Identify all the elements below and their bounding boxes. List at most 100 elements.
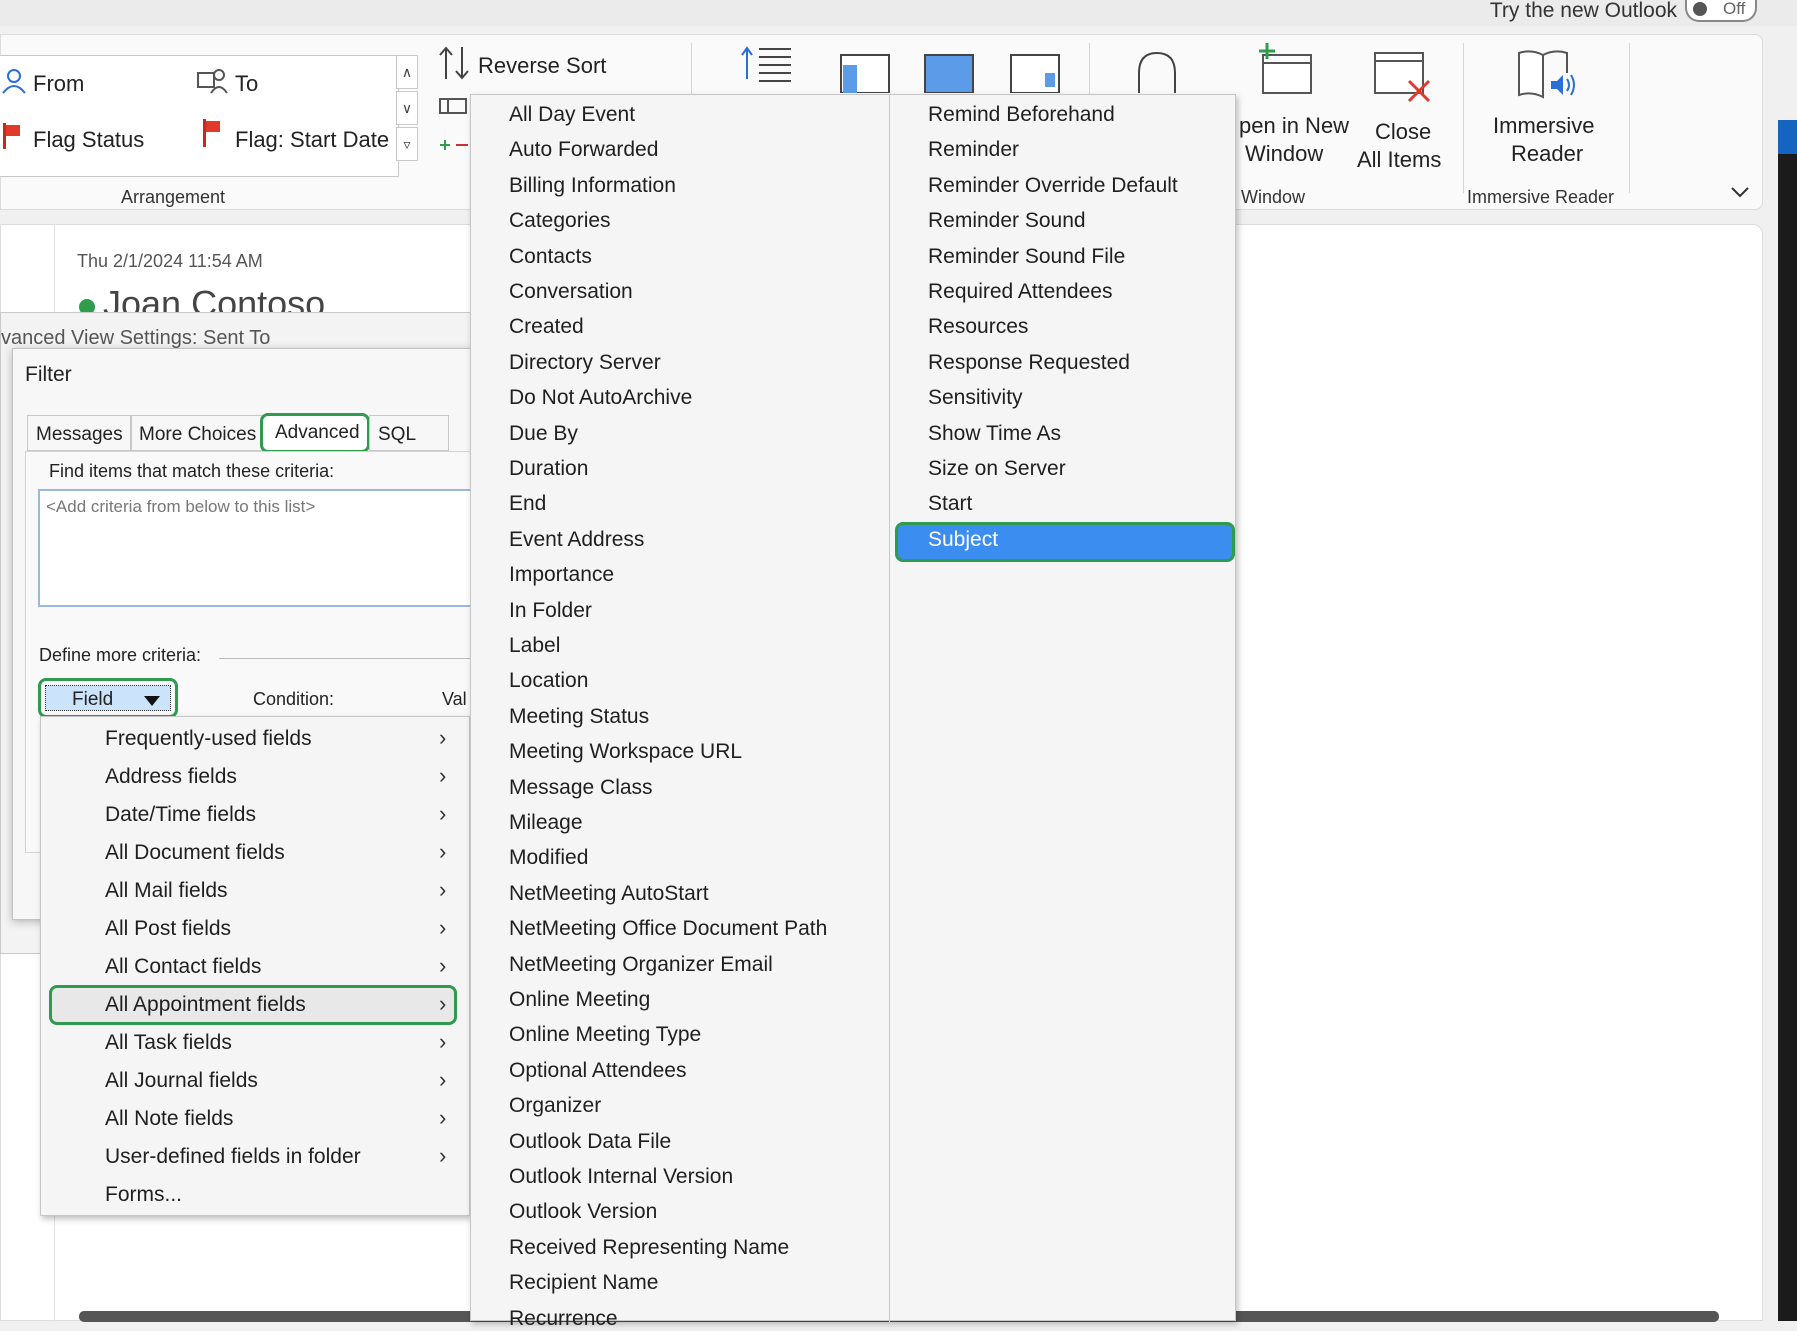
menu-item-location[interactable]: Location	[509, 669, 588, 693]
menu-item-note-fields[interactable]: All Note fields	[105, 1107, 233, 1131]
menu-item-size-on-server[interactable]: Size on Server	[928, 457, 1066, 481]
add-columns-icon[interactable]	[438, 95, 468, 117]
menu-item-outlook-version[interactable]: Outlook Version	[509, 1200, 657, 1224]
menu-item-reminder-sound[interactable]: Reminder Sound	[928, 209, 1086, 233]
tab-more-choices[interactable]: More Choices	[131, 415, 269, 451]
gallery-more[interactable]: ▿	[396, 127, 418, 161]
menu-item-auto-forwarded[interactable]: Auto Forwarded	[509, 138, 658, 162]
open-in-new-window-button[interactable]: pen in New Window	[1233, 43, 1363, 166]
chevron-right-icon: ›	[439, 725, 447, 750]
menu-item-due-by[interactable]: Due By	[509, 422, 578, 446]
message-date: Thu 2/1/2024 11:54 AM	[77, 251, 263, 271]
menu-item-show-time-as[interactable]: Show Time As	[928, 422, 1061, 446]
menu-item-billing-information[interactable]: Billing Information	[509, 174, 676, 198]
menu-item-start[interactable]: Start	[928, 492, 972, 516]
menu-item-meeting-status[interactable]: Meeting Status	[509, 705, 649, 729]
menu-item-reminder-sound-file[interactable]: Reminder Sound File	[928, 245, 1125, 269]
menu-item-received-representing-name[interactable]: Received Representing Name	[509, 1236, 789, 1260]
dialog-title: vanced View Settings: Sent To	[1, 327, 271, 349]
menu-item-categories[interactable]: Categories	[509, 209, 611, 233]
person-icon	[2, 69, 26, 94]
define-more-label: Define more criteria:	[39, 645, 202, 665]
menu-item-frequently-used[interactable]: Frequently-used fields	[105, 727, 312, 751]
menu-item-netmeeting-autostart[interactable]: NetMeeting AutoStart	[509, 882, 709, 906]
menu-item-end[interactable]: End	[509, 492, 546, 516]
menu-item-journal-fields[interactable]: All Journal fields	[105, 1069, 258, 1093]
chevron-right-icon: ›	[439, 763, 447, 788]
menu-item-optional-attendees[interactable]: Optional Attendees	[509, 1059, 686, 1083]
menu-item-appointment-fields[interactable]: All Appointment fields	[105, 993, 306, 1017]
close-window-icon	[1374, 52, 1431, 103]
gallery-scroll-up[interactable]: ∧	[396, 55, 418, 89]
expand-collapse-icon[interactable]	[438, 135, 470, 155]
menu-item-netmeeting-office-document-path[interactable]: NetMeeting Office Document Path	[509, 917, 827, 941]
menu-item-message-class[interactable]: Message Class	[509, 776, 653, 800]
menu-item-resources[interactable]: Resources	[928, 315, 1028, 339]
menu-item-online-meeting[interactable]: Online Meeting	[509, 988, 650, 1012]
toggle-knob	[1693, 2, 1707, 16]
close-all-items-button[interactable]: Close All Items	[1353, 43, 1449, 172]
menu-item-forms[interactable]: Forms...	[105, 1183, 182, 1207]
menu-item-do-not-autoarchive[interactable]: Do Not AutoArchive	[509, 386, 692, 410]
close-all-line1: Close	[1375, 119, 1432, 144]
menu-item-post-fields[interactable]: All Post fields	[105, 917, 231, 941]
ribbon-expand-icon[interactable]	[1729, 181, 1751, 203]
folder-pane-icon[interactable]	[839, 53, 891, 94]
menu-item-recipient-name[interactable]: Recipient Name	[509, 1271, 658, 1295]
menu-item-task-fields[interactable]: All Task fields	[105, 1031, 232, 1055]
tab-advanced[interactable]: Advanced	[260, 413, 370, 453]
menu-item-all-day-event[interactable]: All Day Event	[509, 103, 635, 127]
reading-pane-icon[interactable]	[923, 53, 975, 94]
menu-item-remind-beforehand[interactable]: Remind Beforehand	[928, 103, 1115, 127]
menu-item-mileage[interactable]: Mileage	[509, 811, 583, 835]
menu-item-directory-server[interactable]: Directory Server	[509, 351, 661, 375]
menu-item-reminder-override-default[interactable]: Reminder Override Default	[928, 174, 1178, 198]
menu-item-address-fields[interactable]: Address fields	[105, 765, 237, 789]
criteria-list[interactable]: <Add criteria from below to this list>	[38, 489, 488, 607]
menu-item-contact-fields[interactable]: All Contact fields	[105, 955, 261, 979]
menu-item-mail-fields[interactable]: All Mail fields	[105, 879, 228, 903]
menu-item-online-meeting-type[interactable]: Online Meeting Type	[509, 1023, 701, 1047]
value-label: Val	[442, 689, 467, 709]
menu-item-recurrence[interactable]: Recurrence	[509, 1307, 618, 1331]
tab-messages[interactable]: Messages	[27, 415, 131, 451]
immersive-reader-button[interactable]: Immersive Reader	[1491, 43, 1601, 166]
menu-item-importance[interactable]: Importance	[509, 563, 614, 587]
menu-item-user-defined-fields[interactable]: User-defined fields in folder	[105, 1145, 361, 1169]
menu-item-reminder[interactable]: Reminder	[928, 138, 1019, 162]
menu-item-contacts[interactable]: Contacts	[509, 245, 592, 269]
todo-bar-icon[interactable]	[1009, 53, 1061, 94]
menu-item-label[interactable]: Label	[509, 634, 560, 658]
menu-item-modified[interactable]: Modified	[509, 846, 588, 870]
to-label: To	[235, 71, 259, 96]
people-pane-icon[interactable]	[1133, 49, 1181, 93]
menu-item-subject[interactable]: Subject	[928, 528, 998, 552]
menu-item-netmeeting-organizer-email[interactable]: NetMeeting Organizer Email	[509, 953, 773, 977]
menu-item-in-folder[interactable]: In Folder	[509, 599, 592, 623]
menu-item-organizer[interactable]: Organizer	[509, 1094, 601, 1118]
menu-item-meeting-workspace-url[interactable]: Meeting Workspace URL	[509, 740, 742, 764]
menu-item-document-fields[interactable]: All Document fields	[105, 841, 285, 865]
menu-item-sensitivity[interactable]: Sensitivity	[928, 386, 1023, 410]
menu-item-created[interactable]: Created	[509, 315, 584, 339]
menu-item-response-requested[interactable]: Response Requested	[928, 351, 1130, 375]
tab-advanced-label: Advanced	[275, 422, 360, 443]
chevron-right-icon: ›	[439, 1029, 447, 1054]
chevron-right-icon: ›	[439, 1067, 447, 1092]
menu-item-datetime-fields[interactable]: Date/Time fields	[105, 803, 256, 827]
field-button[interactable]: Field	[38, 678, 178, 718]
tab-messages-label: Messages	[36, 424, 123, 445]
try-new-outlook-toggle[interactable]: Off	[1685, 0, 1757, 22]
chevron-right-icon: ›	[439, 801, 447, 826]
menu-item-conversation[interactable]: Conversation	[509, 280, 633, 304]
appointment-fields-menu: All Day Event Auto Forwarded Billing Infor…	[470, 94, 1236, 1330]
message-preview-icon[interactable]	[739, 43, 793, 83]
menu-item-duration[interactable]: Duration	[509, 457, 588, 481]
window-edge	[1778, 120, 1797, 1321]
menu-item-required-attendees[interactable]: Required Attendees	[928, 280, 1112, 304]
gallery-scroll-down[interactable]: ∨	[396, 91, 418, 125]
tab-sql[interactable]: SQL	[369, 415, 449, 451]
menu-item-event-address[interactable]: Event Address	[509, 528, 644, 552]
menu-item-outlook-internal-version[interactable]: Outlook Internal Version	[509, 1165, 733, 1189]
menu-item-outlook-data-file[interactable]: Outlook Data File	[509, 1130, 671, 1154]
